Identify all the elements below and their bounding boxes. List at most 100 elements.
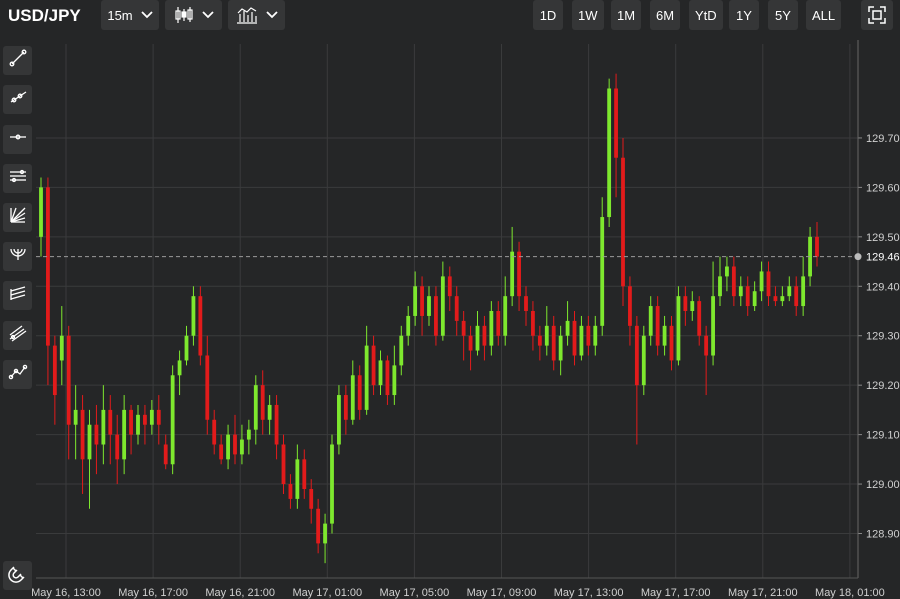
y-tick-label: 129.40 — [866, 281, 900, 293]
fib-arc-tool[interactable] — [3, 242, 32, 271]
candle — [399, 325, 404, 376]
path-icon — [8, 362, 28, 387]
candle-body — [115, 434, 120, 460]
fib-retracement-icon — [8, 283, 28, 308]
candle-body — [503, 296, 508, 336]
range-1d-button[interactable]: 1D — [533, 0, 563, 30]
range-ytd-button[interactable]: YtD — [689, 0, 723, 30]
range-1y-button[interactable]: 1Y — [729, 0, 759, 30]
ray-tool[interactable] — [3, 85, 32, 114]
candle — [773, 286, 778, 307]
candle-body — [669, 325, 674, 361]
range-5y-button[interactable]: 5Y — [768, 0, 798, 30]
candle — [343, 385, 348, 435]
candle-body — [434, 296, 438, 336]
fib-retracement-tool[interactable] — [3, 281, 32, 310]
candle-body — [302, 459, 307, 489]
range-1w-button[interactable]: 1W — [572, 0, 604, 30]
candle-body — [198, 296, 203, 356]
candle-body — [371, 345, 376, 386]
parallel-channel-tool[interactable] — [3, 164, 32, 193]
x-tick-label: May 18, 01:00 — [815, 587, 885, 599]
chevron-down-icon — [265, 11, 278, 19]
candle — [115, 414, 120, 485]
time-axis: May 16, 13:00 May 16, 17:00 May 16, 21:00 M… — [31, 577, 885, 599]
candle — [143, 404, 147, 445]
range-all-button[interactable]: ALL — [806, 0, 842, 30]
chevron-down-icon — [201, 11, 214, 19]
candle-body — [579, 325, 584, 356]
candle-body — [641, 335, 646, 386]
candle-body — [593, 325, 598, 346]
candle — [253, 375, 258, 445]
candle — [219, 434, 224, 465]
chevron-down-icon — [141, 11, 153, 19]
candle — [738, 276, 743, 307]
candle — [503, 276, 508, 346]
candle-body — [794, 286, 799, 307]
candle-body — [177, 360, 182, 376]
indicators-dropdown[interactable] — [228, 0, 285, 30]
candle — [475, 311, 480, 356]
range-1m-button[interactable]: 1M — [611, 0, 642, 30]
candle-body — [621, 157, 625, 287]
candle — [634, 315, 639, 445]
candle-body — [454, 296, 459, 321]
candle-body — [524, 296, 528, 311]
candle-body — [711, 296, 715, 356]
candle — [787, 276, 792, 302]
candle-body — [725, 266, 729, 277]
chart-grid — [36, 44, 858, 578]
candle — [267, 395, 272, 435]
candle — [731, 256, 736, 307]
candle-body — [219, 444, 224, 460]
candle — [815, 222, 819, 267]
horizontal-line-tool[interactable] — [3, 125, 32, 154]
candle — [149, 400, 154, 435]
candle — [600, 197, 605, 336]
candle-body — [475, 325, 480, 351]
candle-body — [357, 375, 362, 410]
candle — [177, 350, 182, 396]
fullscreen-button[interactable] — [861, 0, 893, 30]
candle — [59, 306, 64, 386]
candle — [295, 444, 300, 509]
candle — [517, 241, 521, 311]
interval-dropdown[interactable]: 15m — [101, 0, 159, 30]
candle-body — [496, 311, 501, 336]
x-tick-label: May 16, 21:00 — [205, 587, 275, 599]
x-tick-label: May 17, 13:00 — [554, 587, 624, 599]
candle-body — [274, 404, 279, 445]
candle-body — [704, 335, 709, 356]
candle — [170, 365, 175, 475]
price-chart[interactable]: 129.70 129.60 129.50 129.40 129.30 129.20 129.… — [0, 0, 900, 599]
magnet-tool[interactable] — [3, 561, 32, 590]
candle — [440, 261, 445, 341]
candle — [330, 434, 334, 534]
candle-body — [628, 286, 632, 326]
candle-body — [330, 444, 334, 524]
pitchfork-tool[interactable] — [3, 321, 32, 350]
trend-line-tool[interactable] — [3, 46, 32, 75]
x-tick-label: May 17, 09:00 — [467, 587, 537, 599]
horizontal-line-icon — [8, 127, 28, 152]
candle — [794, 276, 799, 316]
y-tick-label: 129.50 — [866, 232, 900, 244]
candle-body — [288, 484, 293, 499]
candle — [184, 325, 189, 366]
y-tick-label: 129.20 — [866, 380, 900, 392]
candle-body — [295, 459, 300, 499]
candlestick-icon — [174, 6, 194, 24]
candle-body — [94, 424, 99, 445]
candle-body — [350, 375, 355, 420]
candle-body — [156, 409, 161, 425]
candle-body — [572, 320, 577, 356]
chart-type-dropdown[interactable] — [165, 0, 222, 30]
fib-fan-tool[interactable] — [3, 203, 32, 232]
symbol-title: USD/JPY — [8, 6, 81, 25]
candle — [80, 395, 85, 494]
candle — [537, 325, 542, 361]
path-tool[interactable] — [3, 360, 32, 389]
range-6m-button[interactable]: 6M — [650, 0, 681, 30]
candle-body — [170, 375, 175, 465]
